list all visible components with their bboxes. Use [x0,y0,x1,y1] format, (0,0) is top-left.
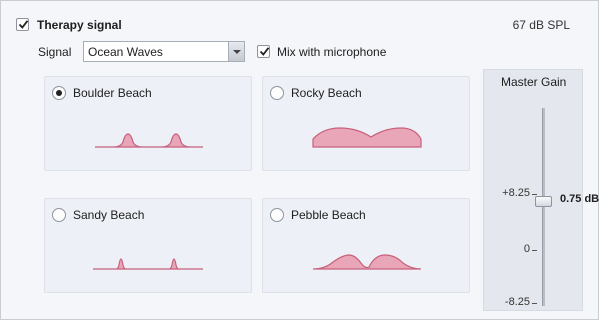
preset-card-sandy-beach[interactable]: Sandy Beach [44,198,252,293]
sound-level-readout: 67 dB SPL [512,18,570,32]
checkmark-icon [18,20,29,29]
signal-select-value: Ocean Waves [88,45,163,59]
wave-shape-icon [312,254,422,270]
master-gain-slider-track[interactable] [542,108,545,306]
therapy-signal-checkbox[interactable] [16,18,29,31]
master-gain-title: Master Gain [501,75,567,89]
gain-tick-mark [532,250,537,251]
gain-tick-mark [532,303,537,304]
gain-tick-label-zero: 0 [523,243,530,255]
chevron-down-icon[interactable] [228,42,244,61]
signal-label: Signal [38,45,72,59]
wave-shape-icon [95,133,203,148]
preset-card-boulder-beach[interactable]: Boulder Beach [44,76,252,171]
mix-microphone-label: Mix with microphone [277,45,387,59]
wave-shape-icon [312,127,422,148]
gain-tick-mark [532,194,537,195]
master-gain-box: Master Gain +8.25 0 -8.25 [483,69,583,311]
master-gain-slider-thumb[interactable] [535,196,552,207]
master-gain-value: 0.75 dB [560,193,599,205]
preset-card-rocky-beach[interactable]: Rocky Beach [262,76,470,171]
therapy-signal-panel: Therapy signal 67 dB SPL Signal Ocean Wa… [0,0,599,320]
preset-card-pebble-beach[interactable]: Pebble Beach [262,198,470,293]
mix-microphone-checkbox[interactable] [257,45,270,58]
wave-shape-icon [93,258,203,270]
signal-select[interactable]: Ocean Waves [83,41,245,62]
checkmark-icon [259,47,270,56]
gain-tick-label-low: -8.25 [504,296,530,308]
therapy-signal-title: Therapy signal [37,18,122,32]
gain-tick-label-high: +8.25 [502,187,530,199]
